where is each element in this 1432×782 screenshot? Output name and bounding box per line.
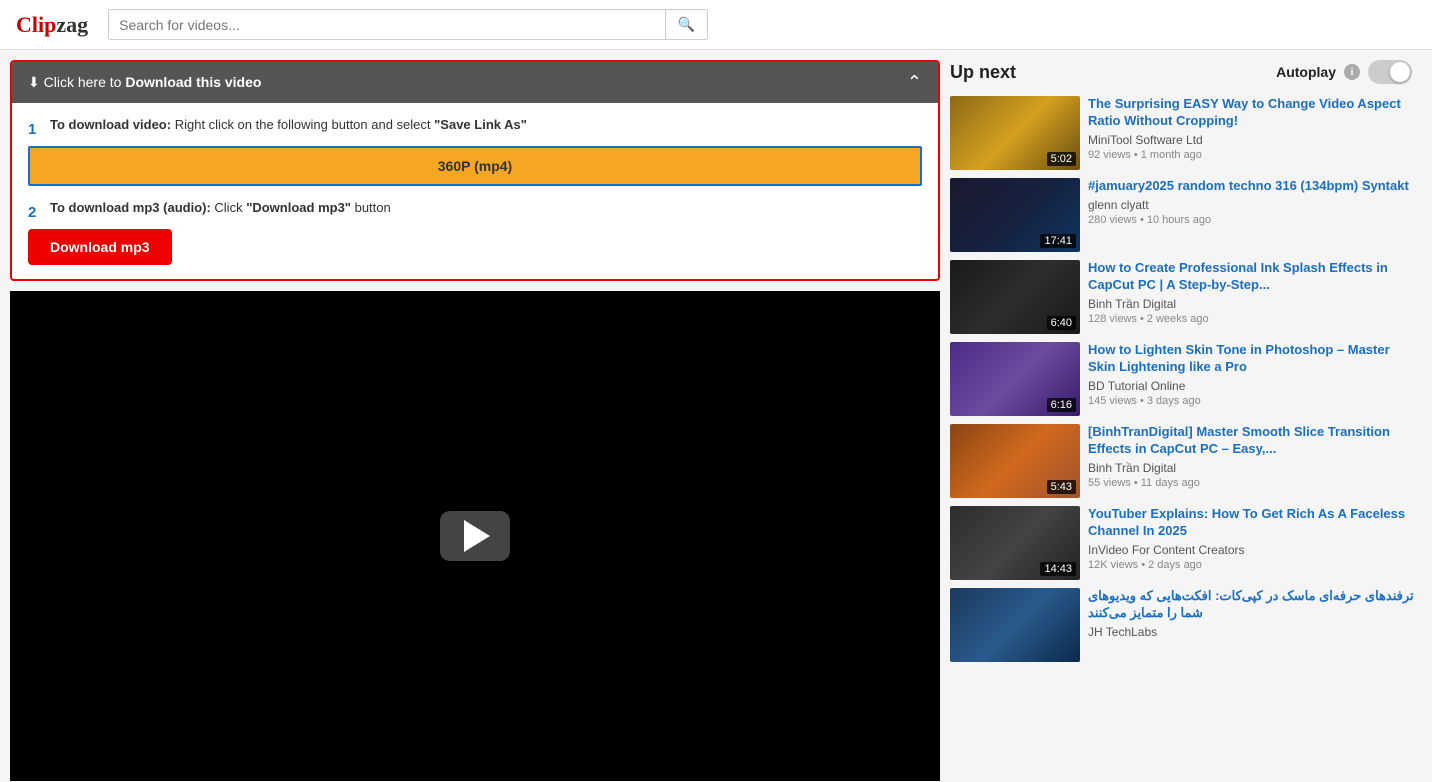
search-button[interactable]: 🔍 bbox=[665, 10, 707, 39]
video-thumbnail: 6:40 bbox=[950, 260, 1080, 334]
mp3-instruction: To download mp3 (audio): Click "Download… bbox=[50, 200, 391, 215]
autoplay-label: Autoplay bbox=[1276, 64, 1336, 80]
video-thumbnail: 5:02 bbox=[950, 96, 1080, 170]
step-2-row: 2 To download mp3 (audio): Click "Downlo… bbox=[28, 200, 922, 225]
video-title[interactable]: How to Lighten Skin Tone in Photoshop – … bbox=[1088, 342, 1414, 376]
chevron-up-icon: ⌃ bbox=[907, 72, 922, 93]
video-duration: 17:41 bbox=[1040, 234, 1076, 248]
download-content: 1 To download video: Right click on the … bbox=[12, 103, 938, 279]
video-list: 5:02 The Surprising EASY Way to Change Vi… bbox=[950, 96, 1422, 662]
video-channel: BD Tutorial Online bbox=[1088, 379, 1414, 393]
video-title[interactable]: ترفندهای حرفه‌ای ماسک در کپی‌کات: افکت‌ه… bbox=[1088, 588, 1414, 622]
mp3-row: Download mp3 bbox=[28, 229, 922, 265]
video-duration: 14:43 bbox=[1040, 562, 1076, 576]
video-info: [BinhTranDigital] Master Smooth Slice Tr… bbox=[1088, 424, 1414, 498]
video-meta: 145 views • 3 days ago bbox=[1088, 395, 1414, 407]
logo[interactable]: Clipzag bbox=[16, 12, 88, 38]
list-item[interactable]: 5:02 The Surprising EASY Way to Change Vi… bbox=[950, 96, 1414, 170]
video-channel: glenn clyatt bbox=[1088, 198, 1414, 212]
video-thumbnail: 17:41 bbox=[950, 178, 1080, 252]
autoplay-toggle[interactable] bbox=[1368, 60, 1412, 84]
video-channel: Binh Trần Digital bbox=[1088, 297, 1414, 311]
video-player[interactable] bbox=[10, 291, 940, 781]
list-item[interactable]: 14:43 YouTuber Explains: How To Get Rich … bbox=[950, 506, 1414, 580]
search-input[interactable] bbox=[109, 11, 665, 39]
video-thumbnail: 6:16 bbox=[950, 342, 1080, 416]
video-meta: 128 views • 2 weeks ago bbox=[1088, 313, 1414, 325]
step-2-number: 2 bbox=[28, 204, 42, 221]
video-info: How to Lighten Skin Tone in Photoshop – … bbox=[1088, 342, 1414, 416]
up-next-header: Up next Autoplay i bbox=[950, 60, 1422, 84]
list-item[interactable]: 5:43 [BinhTranDigital] Master Smooth Slic… bbox=[950, 424, 1414, 498]
download-header[interactable]: ⬇ Click here to Download this video ⌃ bbox=[12, 62, 938, 103]
video-info: ترفندهای حرفه‌ای ماسک در کپی‌کات: افکت‌ه… bbox=[1088, 588, 1414, 662]
video-thumbnail bbox=[950, 588, 1080, 662]
download-box: ⬇ Click here to Download this video ⌃ 1 … bbox=[10, 60, 940, 281]
video-duration: 6:40 bbox=[1047, 316, 1076, 330]
up-next-title: Up next bbox=[950, 62, 1016, 83]
main-layout: ⬇ Click here to Download this video ⌃ 1 … bbox=[0, 50, 1432, 781]
autoplay-row: Autoplay i bbox=[1276, 60, 1412, 84]
video-thumbnail: 14:43 bbox=[950, 506, 1080, 580]
play-icon bbox=[464, 520, 490, 552]
video-thumbnail: 5:43 bbox=[950, 424, 1080, 498]
download-header-text: ⬇ Click here to Download this video bbox=[28, 74, 261, 91]
video-meta: 55 views • 11 days ago bbox=[1088, 477, 1414, 489]
video-duration: 5:02 bbox=[1047, 152, 1076, 166]
list-item[interactable]: 17:41 #jamuary2025 random techno 316 (134… bbox=[950, 178, 1414, 252]
video-info: How to Create Professional Ink Splash Ef… bbox=[1088, 260, 1414, 334]
step-1-row: 1 To download video: Right click on the … bbox=[28, 117, 922, 142]
search-icon: 🔍 bbox=[678, 16, 695, 32]
video-channel: Binh Trần Digital bbox=[1088, 461, 1414, 475]
toggle-knob bbox=[1390, 62, 1410, 82]
right-panel: Up next Autoplay i 5:02 The Surprising EA… bbox=[950, 60, 1422, 781]
video-duration: 6:16 bbox=[1047, 398, 1076, 412]
play-button[interactable] bbox=[440, 511, 510, 561]
step-1-number: 1 bbox=[28, 121, 42, 138]
video-title[interactable]: The Surprising EASY Way to Change Video … bbox=[1088, 96, 1414, 130]
list-item[interactable]: 6:16 How to Lighten Skin Tone in Photosho… bbox=[950, 342, 1414, 416]
video-meta: 280 views • 10 hours ago bbox=[1088, 214, 1414, 226]
video-duration: 5:43 bbox=[1047, 480, 1076, 494]
video-info: #jamuary2025 random techno 316 (134bpm) … bbox=[1088, 178, 1414, 252]
download-mp3-button[interactable]: Download mp3 bbox=[28, 229, 172, 265]
video-meta: 92 views • 1 month ago bbox=[1088, 149, 1414, 161]
video-channel: MiniTool Software Ltd bbox=[1088, 133, 1414, 147]
left-panel: ⬇ Click here to Download this video ⌃ 1 … bbox=[10, 60, 940, 781]
video-title[interactable]: YouTuber Explains: How To Get Rich As A … bbox=[1088, 506, 1414, 540]
list-item[interactable]: 6:40 How to Create Professional Ink Splas… bbox=[950, 260, 1414, 334]
search-bar: 🔍 bbox=[108, 9, 708, 40]
video-info: YouTuber Explains: How To Get Rich As A … bbox=[1088, 506, 1414, 580]
video-channel: InVideo For Content Creators bbox=[1088, 543, 1414, 557]
video-meta: 12K views • 2 days ago bbox=[1088, 559, 1414, 571]
video-title[interactable]: [BinhTranDigital] Master Smooth Slice Tr… bbox=[1088, 424, 1414, 458]
header: Clipzag 🔍 bbox=[0, 0, 1432, 50]
video-channel: JH TechLabs bbox=[1088, 625, 1414, 639]
video-download-button[interactable]: 360P (mp4) bbox=[28, 146, 922, 186]
video-info: The Surprising EASY Way to Change Video … bbox=[1088, 96, 1414, 170]
video-download-wrap: 360P (mp4) bbox=[28, 146, 922, 186]
autoplay-info-icon[interactable]: i bbox=[1344, 64, 1360, 80]
video-title[interactable]: How to Create Professional Ink Splash Ef… bbox=[1088, 260, 1414, 294]
download-instruction-1: To download video: Right click on the fo… bbox=[50, 117, 527, 132]
video-title[interactable]: #jamuary2025 random techno 316 (134bpm) … bbox=[1088, 178, 1414, 195]
list-item[interactable]: ترفندهای حرفه‌ای ماسک در کپی‌کات: افکت‌ه… bbox=[950, 588, 1414, 662]
